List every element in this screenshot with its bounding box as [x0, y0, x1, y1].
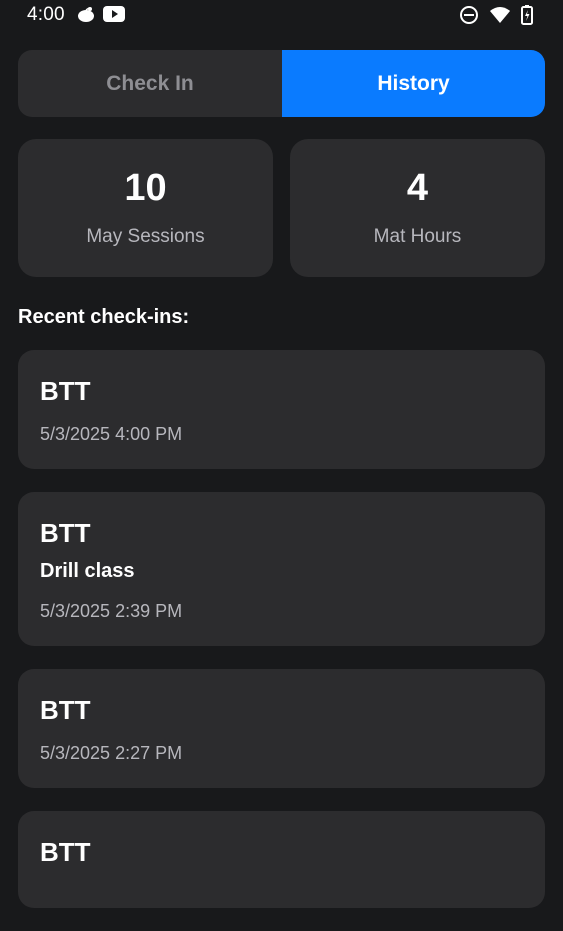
status-left-icons: [76, 5, 125, 23]
stat-label: May Sessions: [86, 226, 205, 247]
checkin-item[interactable]: BTT Drill class 5/3/2025 2:39 PM: [18, 492, 545, 646]
tab-history[interactable]: History: [282, 50, 545, 117]
status-time: 4:00: [27, 4, 65, 25]
battery-icon: [521, 5, 533, 25]
notification-cloud-icon: [76, 5, 96, 23]
checkin-gym: BTT: [40, 695, 91, 725]
checkin-item[interactable]: BTT: [18, 811, 545, 908]
checkin-gym: BTT: [40, 376, 91, 406]
stat-value: 4: [406, 167, 429, 209]
checkin-time: 5/3/2025 4:00 PM: [40, 424, 183, 444]
status-right-icons: [459, 5, 533, 25]
checkin-item[interactable]: BTT 5/3/2025 2:27 PM: [18, 669, 545, 788]
stat-card-mat-hours: 4 Mat Hours: [290, 139, 545, 277]
checkin-time: 5/3/2025 2:39 PM: [40, 601, 183, 621]
do-not-disturb-icon: [459, 5, 479, 25]
checkin-item[interactable]: BTT 5/3/2025 4:00 PM: [18, 350, 545, 469]
view-tabs: Check In History: [18, 50, 545, 117]
section-title: Recent check-ins:: [18, 306, 190, 328]
wifi-icon: [489, 6, 511, 24]
youtube-icon: [103, 6, 125, 22]
stat-label: Mat Hours: [373, 226, 462, 247]
checkin-time: 5/3/2025 2:27 PM: [40, 743, 183, 763]
checkin-gym: BTT: [40, 837, 91, 867]
stat-value: 10: [124, 167, 167, 209]
status-bar: 4:00: [0, 0, 563, 30]
checkin-note: Drill class: [40, 560, 135, 582]
checkin-gym: BTT: [40, 518, 91, 548]
tab-check-in[interactable]: Check In: [18, 50, 282, 117]
checkin-list: BTT 5/3/2025 4:00 PM BTT Drill class 5/3…: [18, 350, 545, 931]
stat-card-sessions: 10 May Sessions: [18, 139, 273, 277]
